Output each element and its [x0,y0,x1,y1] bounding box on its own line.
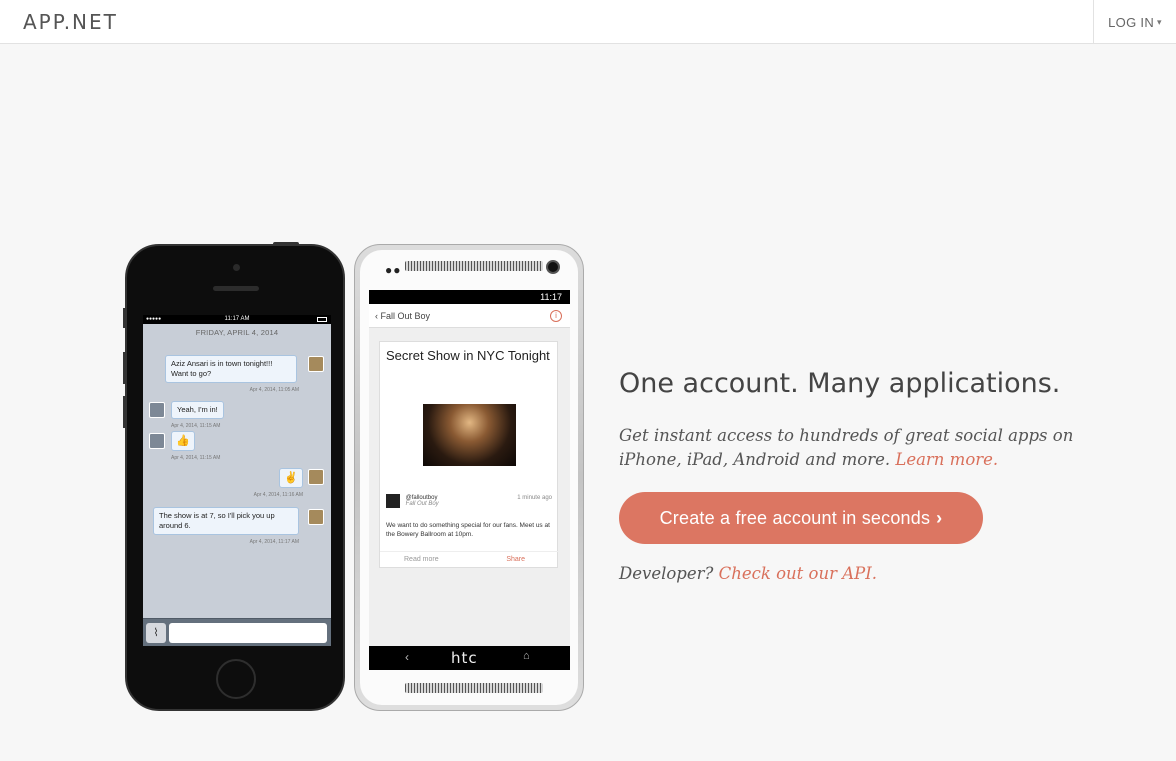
nav-title: Fall Out Boy [380,311,431,321]
message-timestamp: Apr 4, 2014, 11:15 AM [171,423,221,429]
android-nav-bar: ‹ htc ⌂ [369,646,570,670]
hero-description-text: Get instant access to hundreds of great … [619,426,1074,469]
post-time: 1 minute ago [517,495,552,501]
iphone-screen: ●●●●● 11:17 AM FRIDAY, APRIL 4, 2014 Azi… [143,315,331,646]
home-button [216,659,256,699]
chat-message: ✌ Apr 4, 2014, 11:16 AM [239,468,303,500]
login-label: LOG IN [1108,14,1155,30]
app-view: ‹ Fall Out Boy i Secret Show in NYC Toni… [369,304,570,646]
share-link[interactable]: Share [506,552,525,568]
top-speaker-grill [405,261,543,271]
chat-message: 👍 Apr 4, 2014, 11:15 AM [171,431,220,463]
battery-icon [317,317,327,322]
chevron-down-icon: ▾ [1157,16,1162,27]
top-nav-bar: APP.NET LOG IN ▾ [0,0,1176,44]
chevron-right-icon: › [936,507,943,528]
learn-more-link[interactable]: Learn more. [895,450,998,469]
front-camera [546,260,560,274]
concert-photo [423,404,516,466]
signal-icon: ●●●●● [146,316,162,322]
mute-switch [123,308,126,328]
message-timestamp: Apr 4, 2014, 11:16 AM [253,492,303,498]
thumbs-up-sticker: 👍 [171,431,195,451]
home-icon: ⌂ [523,650,530,662]
chat-message: Aziz Ansari is in town tonight!!! Want t… [165,355,301,395]
create-account-label: Create a free account in seconds [659,507,931,528]
read-more-link[interactable]: Read more [404,552,439,568]
power-button [273,242,299,246]
developer-prompt: Developer? Check out our API. [619,564,877,583]
cat-avatar [308,469,324,485]
author-name: Fall Out Boy [405,501,439,507]
htc-time: 11:17 [540,292,562,302]
app-net-logo[interactable]: APP.NET [23,10,118,34]
post-author: @falloutboy Fall Out Boy [386,494,439,508]
message-timestamp: Apr 4, 2014, 11:15 AM [171,455,221,461]
info-icon[interactable]: i [550,310,562,322]
message-bubble: Aziz Ansari is in town tonight!!! Want t… [165,355,297,383]
cat-avatar [308,509,324,525]
login-button[interactable]: LOG IN ▾ [1093,0,1176,44]
post-actions: Read more Share [380,551,559,567]
iphone-mockup: ●●●●● 11:17 AM FRIDAY, APRIL 4, 2014 Azi… [123,242,345,711]
cat-avatar [308,356,324,372]
author-avatar [386,494,400,508]
peace-sign-sticker: ✌ [279,468,303,488]
htc-logo: htc [451,649,478,667]
post-body: We want to do something special for our … [386,522,550,538]
hero-headline: One account. Many applications. [619,368,1061,399]
chat-message: Yeah, I'm in! Apr 4, 2014, 11:15 AM [171,401,224,431]
developer-prefix: Developer? [619,564,714,583]
bottom-speaker-grill [405,683,543,693]
volume-up-button [123,352,126,384]
chat-date-divider: FRIDAY, APRIL 4, 2014 [195,328,279,337]
front-camera [233,264,240,271]
create-account-button[interactable]: Create a free account in seconds › [619,492,983,544]
api-link[interactable]: Check out our API. [719,564,877,583]
user-avatar [149,402,165,418]
message-bubble: Yeah, I'm in! [171,401,224,419]
htc-screen: 11:17 ‹ Fall Out Boy i Secret Show in NY… [369,290,570,646]
back-icon: ‹ [405,650,409,664]
message-timestamp: Apr 4, 2014, 11:05 AM [249,387,299,393]
app-nav-bar: ‹ Fall Out Boy i [369,304,570,328]
paperclip-icon[interactable]: ⌇ [146,623,166,643]
user-avatar [149,433,165,449]
post-title: Secret Show in NYC Tonight [386,348,550,363]
message-bubble: The show is at 7, so I'll pick you up ar… [153,507,299,535]
iphone-status-bar: ●●●●● 11:17 AM [143,315,331,324]
sensor-dots: ●● [385,263,402,277]
chat-message: The show is at 7, so I'll pick you up ar… [153,507,301,547]
iphone-time: 11:17 AM [224,316,250,322]
volume-down-button [123,396,126,428]
message-timestamp: Apr 4, 2014, 11:17 AM [249,539,299,545]
message-input[interactable] [169,623,327,643]
message-composer: ⌇ [143,618,331,646]
htc-phone-mockup: ●● 11:17 ‹ Fall Out Boy i Secret Show in… [354,244,584,711]
hero-description: Get instant access to hundreds of great … [619,424,1079,472]
post-card: Secret Show in NYC Tonight @falloutboy F… [379,341,559,568]
earpiece-speaker [213,286,259,291]
